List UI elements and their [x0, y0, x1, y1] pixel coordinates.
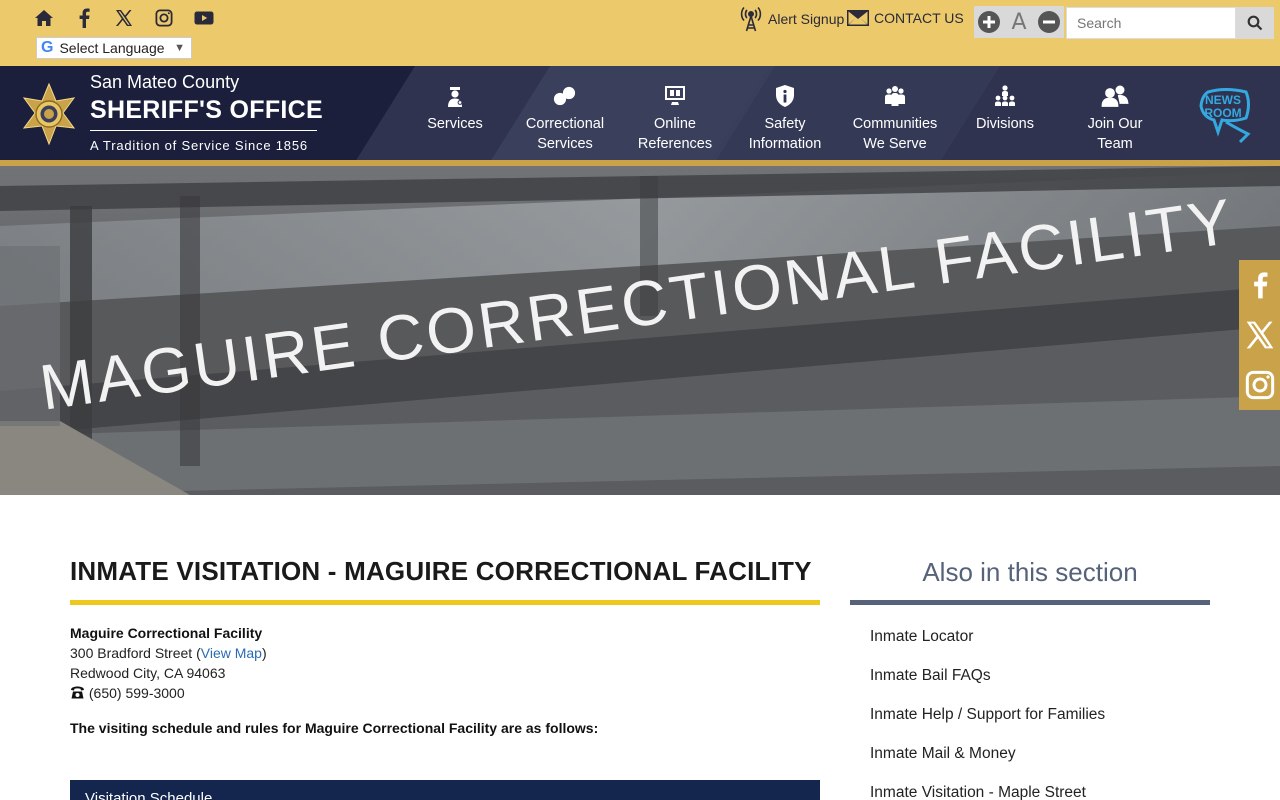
nav-communities-we-serve[interactable]: Communities We Serve — [840, 84, 950, 154]
envelope-icon — [847, 10, 869, 26]
nav-label: Divisions — [975, 116, 1034, 132]
google-icon: G — [41, 39, 54, 56]
brand-tagline: A Tradition of Service Since 1856 — [90, 138, 308, 153]
x-twitter-icon[interactable] — [104, 6, 144, 30]
font-size-controls: A — [974, 6, 1064, 38]
computer-icon — [665, 86, 685, 105]
brand-divider — [90, 130, 317, 131]
view-map-link[interactable]: View Map — [201, 645, 262, 661]
nav-label: Correctional — [525, 116, 605, 132]
news-line-1: NEWS — [1205, 93, 1241, 107]
sidebar-link-inmate-help[interactable]: Inmate Help / Support for Families — [870, 706, 1105, 724]
social-sidebar — [1239, 260, 1280, 410]
nav-label: References — [637, 136, 713, 152]
minus-circle-icon — [1038, 11, 1060, 33]
news-room-icon[interactable]: NEWS ROOM — [1196, 84, 1254, 144]
language-select[interactable]: G Select Language ▼ — [36, 37, 192, 59]
instagram-icon[interactable] — [144, 6, 184, 30]
sidebar-link-inmate-mail-money[interactable]: Inmate Mail & Money — [870, 745, 1016, 763]
language-select-label: Select Language — [59, 40, 165, 56]
plus-circle-icon — [978, 11, 1000, 33]
nav-safety-information[interactable]: Safety Information — [730, 84, 840, 154]
team-icon — [1101, 85, 1129, 107]
contact-us-link[interactable]: CONTACT US — [846, 9, 964, 27]
nav-label: Safety — [764, 116, 806, 132]
instagram-icon — [1245, 370, 1274, 400]
nav-join-our-team[interactable]: Join Our Team — [1060, 84, 1170, 154]
sidebar-link-inmate-bail-faqs[interactable]: Inmate Bail FAQs — [870, 667, 991, 685]
nav-correctional-services[interactable]: Correctional Services — [510, 84, 620, 154]
search-button[interactable] — [1236, 7, 1274, 39]
nav-label: Team — [1097, 136, 1133, 152]
org-chart-icon — [995, 85, 1015, 106]
decrease-font-button[interactable] — [1036, 9, 1062, 35]
sidebar-title: Also in this section — [922, 557, 1138, 587]
facility-phone[interactable]: (650) 599-3000 — [70, 685, 185, 701]
x-share-button[interactable] — [1239, 310, 1280, 360]
top-social-icons — [24, 6, 224, 30]
alert-signup-link[interactable]: Alert Signup — [740, 6, 844, 32]
title-underline — [70, 600, 820, 605]
nav-label: Information — [748, 136, 822, 152]
facebook-icon — [1253, 272, 1267, 299]
antenna-icon — [740, 6, 762, 32]
facebook-share-button[interactable] — [1239, 260, 1280, 310]
search-input[interactable] — [1066, 7, 1236, 39]
facility-name: Maguire Correctional Facility — [70, 625, 263, 641]
nav-services[interactable]: Services — [400, 84, 510, 134]
sheriff-star-badge-icon[interactable] — [18, 82, 80, 146]
page-title: INMATE VISITATION - MAGUIRE CORRECTIONAL… — [70, 556, 812, 586]
facility-street: 300 Bradford Street (View Map) — [70, 645, 267, 661]
brand-county[interactable]: San Mateo County — [90, 72, 239, 93]
hero-image: MAGUIRE CORRECTIONAL FACILITY — [0, 166, 1280, 495]
nav-label: Services — [537, 136, 593, 152]
x-twitter-icon — [1246, 321, 1273, 349]
youtube-icon[interactable] — [184, 6, 224, 30]
increase-font-button[interactable] — [976, 9, 1002, 35]
street-close: ) — [261, 645, 267, 661]
nav-online-references[interactable]: Online References — [620, 84, 730, 154]
nav-label: Services — [427, 116, 483, 132]
phone-number: (650) 599-3000 — [88, 685, 185, 701]
nav-label: Communities — [852, 116, 938, 132]
home-icon[interactable] — [24, 6, 64, 30]
officer-icon — [448, 87, 463, 107]
news-line-2: ROOM — [1204, 106, 1241, 120]
people-group-icon — [885, 86, 905, 106]
chevron-down-icon: ▼ — [174, 42, 185, 54]
facility-city: Redwood City, CA 94063 — [70, 665, 226, 681]
nav-label: We Serve — [863, 136, 927, 152]
sidebar-link-inmate-locator[interactable]: Inmate Locator — [870, 628, 973, 646]
contact-us-label: CONTACT US — [874, 10, 964, 26]
nav-label: Online — [654, 116, 696, 132]
nav-divisions[interactable]: Divisions — [950, 84, 1060, 134]
handcuffs-icon — [553, 86, 576, 106]
street-text: 300 Bradford Street ( — [70, 645, 201, 661]
info-shield-icon — [776, 85, 794, 107]
phone-icon — [71, 686, 84, 699]
instagram-share-button[interactable] — [1239, 360, 1280, 410]
reset-font-button[interactable]: A — [1006, 9, 1032, 35]
sidebar-underline — [850, 600, 1210, 605]
visitation-schedule-header[interactable]: Visitation Schedule — [70, 780, 820, 800]
nav-label: Join Our — [1087, 116, 1143, 132]
alert-signup-label: Alert Signup — [768, 11, 845, 27]
facebook-icon[interactable] — [64, 6, 104, 30]
search-icon — [1247, 15, 1263, 31]
schedule-intro: The visiting schedule and rules for Magu… — [70, 720, 599, 736]
sidebar-link-inmate-visitation-maple[interactable]: Inmate Visitation - Maple Street — [870, 784, 1086, 800]
brand-office[interactable]: SHERIFF'S OFFICE — [90, 96, 323, 125]
